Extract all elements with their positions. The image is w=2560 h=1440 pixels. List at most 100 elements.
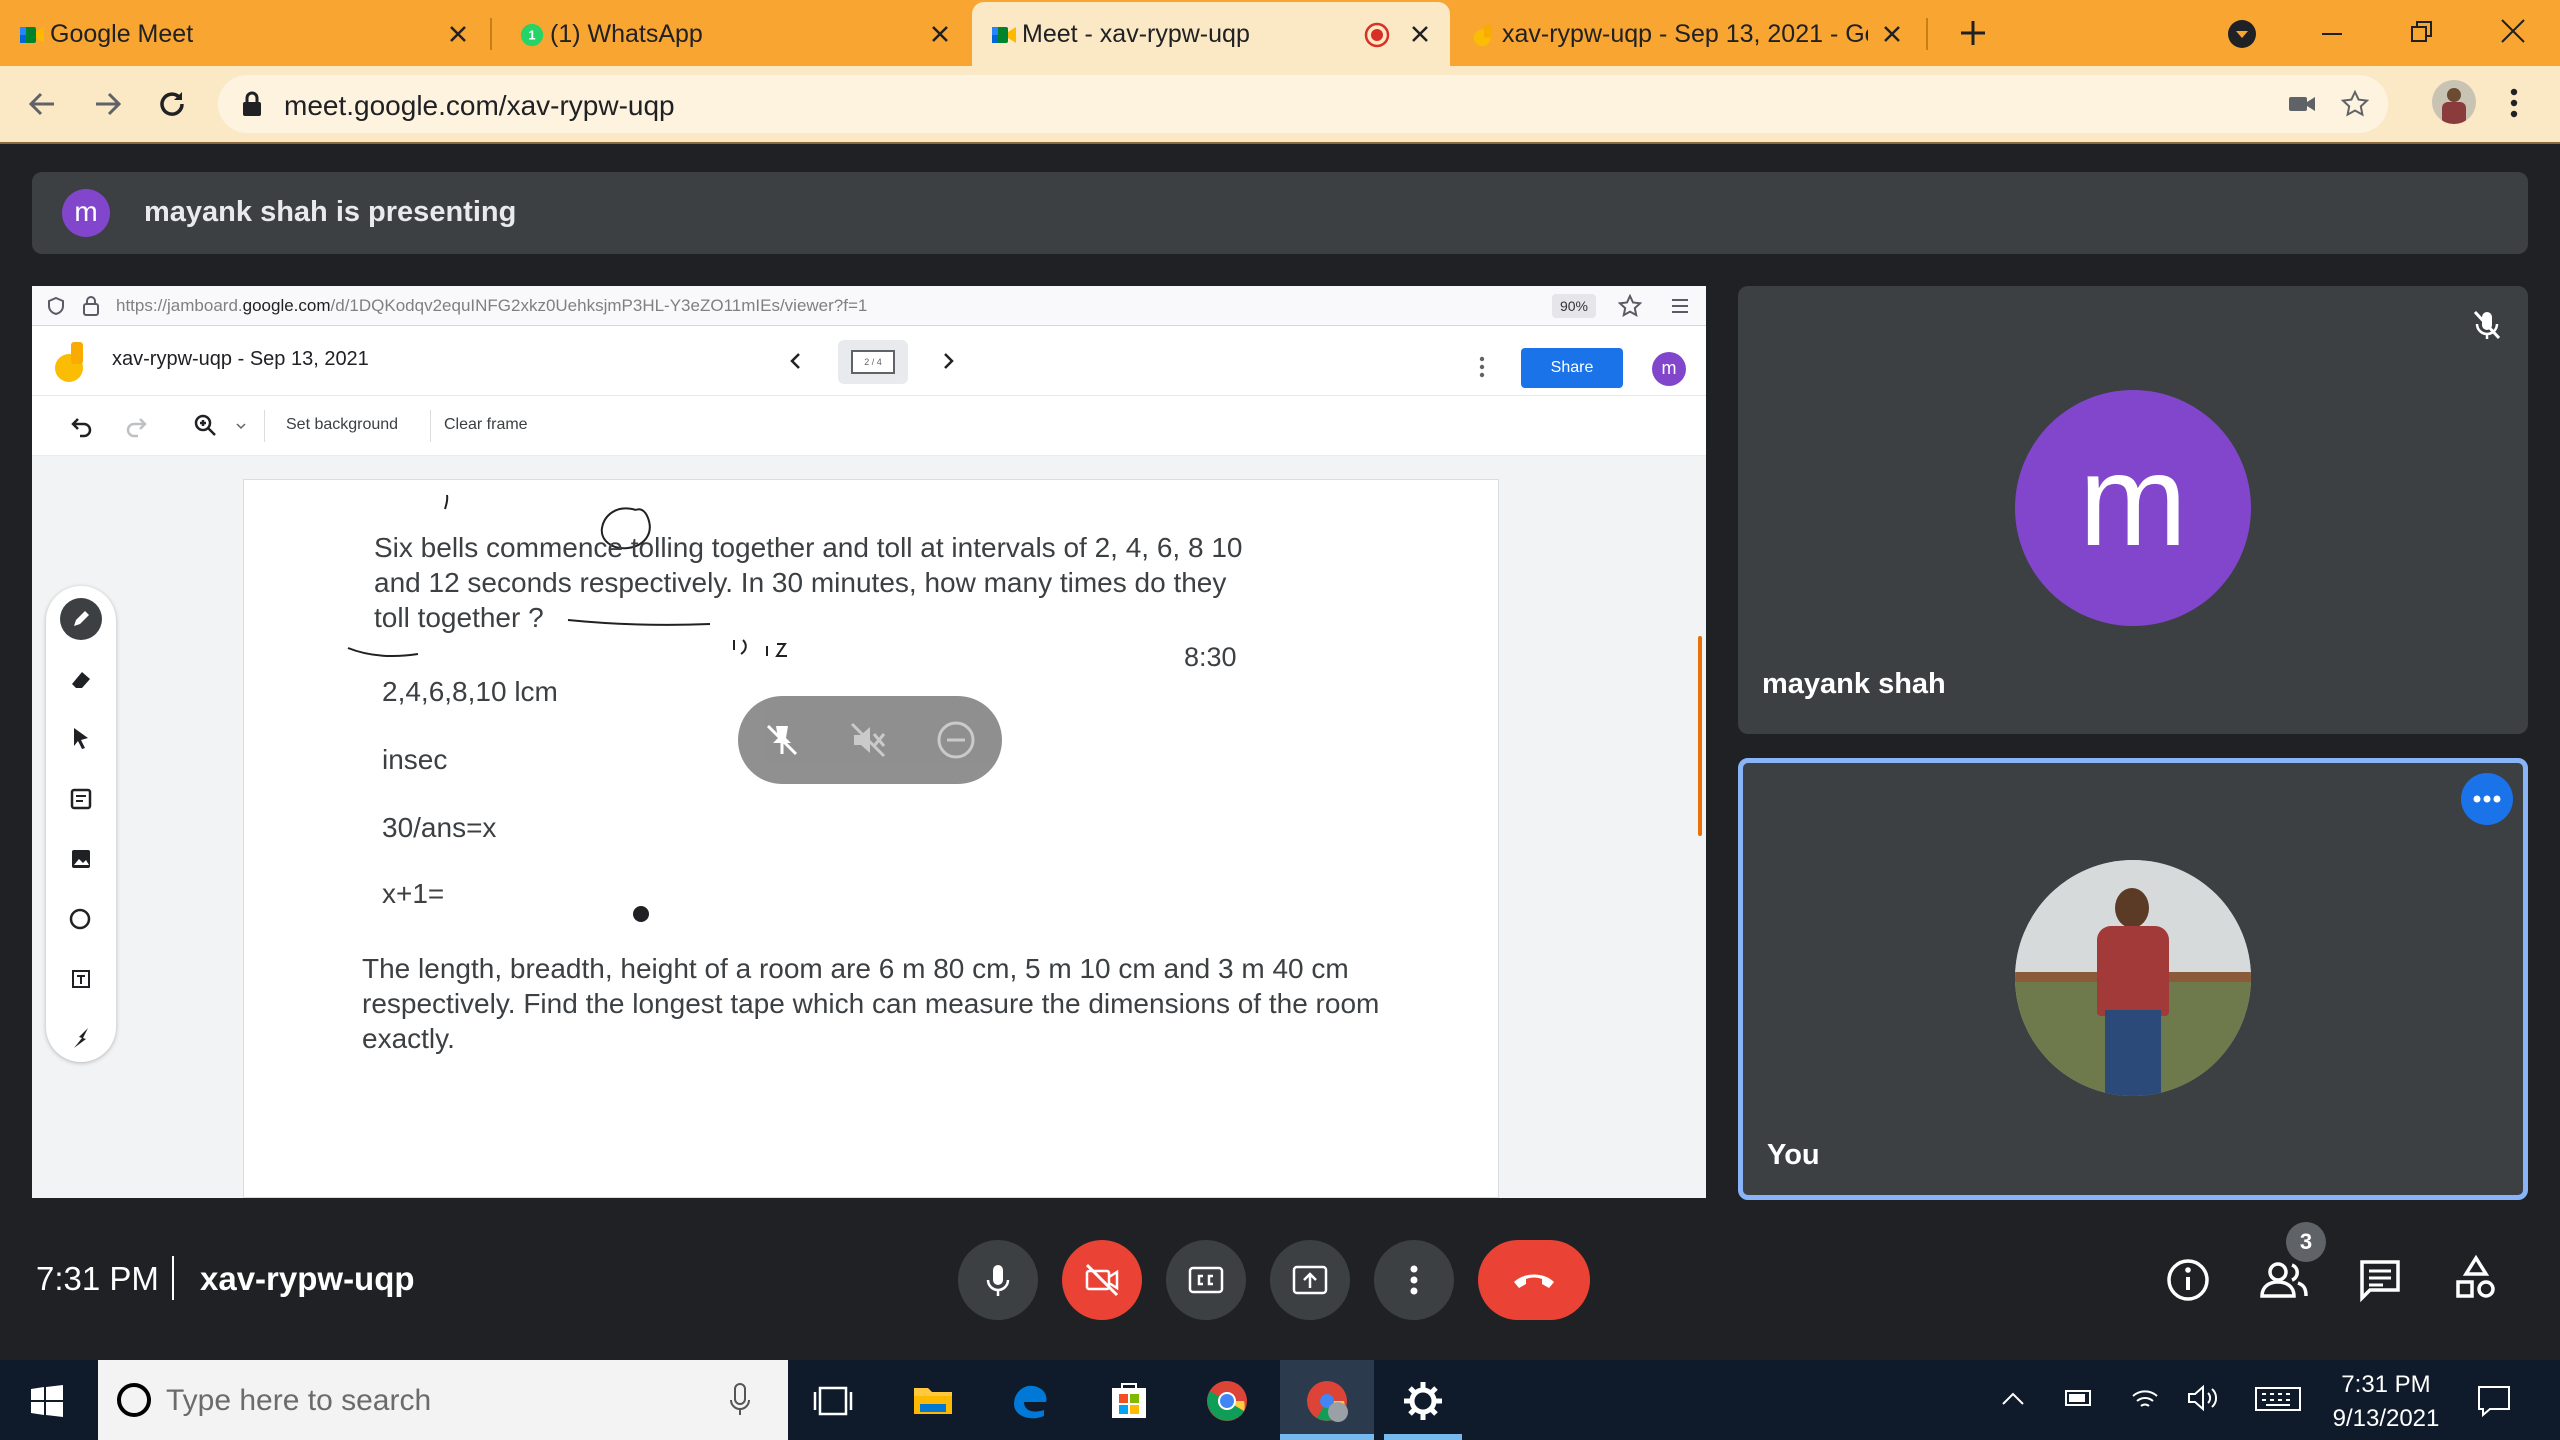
jamboard-title: xav-rypw-uqp - Sep 13, 2021 (112, 348, 369, 370)
microphone-icon[interactable] (728, 1382, 752, 1418)
mute-audio-icon[interactable] (848, 720, 888, 760)
tab-separator (1926, 18, 1928, 50)
closed-captions-icon (1188, 1266, 1224, 1294)
note-division: 30/ans=x (382, 812, 497, 843)
tab-title: xav-rypw-uqp - Sep 13, 2021 - Go (1502, 19, 1868, 48)
browser-menu-icon[interactable] (2502, 84, 2526, 122)
presenting-banner: m mayank shah is presenting (32, 172, 2528, 254)
browser-toolbar: meet.google.com/xav-rypw-uqp (0, 66, 2560, 142)
note-lcm: 2,4,6,8,10 lcm (382, 676, 558, 707)
chat-icon[interactable] (2352, 1252, 2408, 1308)
participant-tile-mayank[interactable]: m mayank shah (1738, 286, 2528, 734)
google-meet-icon (992, 27, 1016, 43)
camera-blocked-icon[interactable] (2288, 93, 2316, 115)
meeting-info-icon[interactable] (2160, 1252, 2216, 1308)
system-clock[interactable]: 7:31 PM 9/13/2021 (2326, 1368, 2446, 1436)
battery-icon[interactable] (2064, 1386, 2094, 1410)
presentation-controls-pill[interactable] (738, 696, 1002, 784)
edge-icon[interactable] (1004, 1374, 1058, 1428)
text-box-icon (72, 970, 90, 988)
captions-button[interactable] (1166, 1240, 1246, 1320)
profile-avatar[interactable] (2432, 80, 2476, 124)
new-tab-icon[interactable] (1958, 18, 1988, 48)
participant-name: mayank shah (1762, 668, 1946, 700)
tab-title: (1) WhatsApp (550, 19, 703, 48)
participant-count-badge: 3 (2286, 1222, 2326, 1262)
leave-call-button[interactable] (1478, 1240, 1590, 1320)
windows-start-icon[interactable] (30, 1384, 64, 1418)
participant-avatar: m (2015, 390, 2251, 626)
settings-gear-icon[interactable] (1396, 1374, 1450, 1428)
circle-shape-icon (69, 908, 91, 930)
video-off-icon (1085, 1263, 1119, 1297)
activities-icon[interactable] (2448, 1252, 2504, 1308)
unpin-icon[interactable] (762, 720, 802, 760)
pen-tool-selected (60, 598, 102, 640)
sticky-note-icon (70, 788, 92, 810)
taskbar-search[interactable]: Type here to search (98, 1360, 788, 1440)
address-bar[interactable]: meet.google.com/xav-rypw-uqp (218, 75, 2388, 133)
tab-google-meet[interactable]: Google Meet (0, 2, 488, 66)
tab-whatsapp[interactable]: 1 (1) WhatsApp (500, 2, 970, 66)
laser-dot (633, 906, 649, 922)
mic-off-icon (2473, 310, 2501, 340)
browser-tab-strip: Google Meet 1 (1) WhatsApp Meet - xav-ry… (0, 0, 2560, 66)
forward-arrow-icon[interactable] (90, 86, 126, 122)
mic-button[interactable] (958, 1240, 1038, 1320)
back-arrow-icon[interactable] (24, 86, 60, 122)
tab-meet-active[interactable]: Meet - xav-rypw-uqp (972, 2, 1450, 66)
jam-frame: Six bells commence tolling together and … (243, 479, 1499, 1198)
minimize-circle-icon[interactable] (936, 720, 976, 760)
more-options-button[interactable] (1374, 1240, 1454, 1320)
clear-frame-button: Clear frame (444, 416, 528, 433)
tab-jamboard[interactable]: xav-rypw-uqp - Sep 13, 2021 - Go (1452, 2, 1922, 66)
search-placeholder: Type here to search (166, 1384, 432, 1417)
presentation-view[interactable]: https://jamboard.google.com/d/1DQKodqv2e… (32, 286, 1706, 1198)
active-app-indicator (1280, 1434, 1374, 1440)
task-view-icon[interactable] (806, 1374, 860, 1428)
meeting-time: 7:31 PM (36, 1260, 159, 1297)
share-label: Share (1550, 359, 1594, 376)
wifi-icon[interactable] (2130, 1384, 2160, 1412)
chevron-up-icon[interactable] (2000, 1388, 2026, 1410)
jamboard-toolbar: Set background Clear frame (32, 396, 1706, 456)
bookmark-star-icon[interactable] (2340, 89, 2370, 119)
chrome-profile-taskbar-button[interactable] (1280, 1360, 1374, 1440)
recording-icon (1364, 22, 1390, 48)
pen-icon (74, 611, 89, 626)
window-close-icon[interactable] (2498, 16, 2528, 46)
pen-stroke (766, 643, 787, 657)
close-icon[interactable] (1880, 22, 1904, 46)
microsoft-store-icon[interactable] (1102, 1374, 1156, 1428)
shield-icon (48, 296, 64, 316)
active-app-indicator (1384, 1434, 1462, 1440)
reload-icon[interactable] (154, 86, 190, 122)
keyboard-icon[interactable] (2254, 1386, 2302, 1412)
tab-search-icon[interactable] (2226, 18, 2258, 50)
present-now-button[interactable] (1270, 1240, 1350, 1320)
toolbar-divider (0, 142, 2560, 144)
more-options-button[interactable] (2461, 773, 2513, 825)
google-meet-icon (20, 27, 44, 43)
notifications-icon[interactable] (2476, 1384, 2512, 1418)
lock-icon (243, 91, 261, 116)
image-icon (72, 850, 90, 868)
restore-icon[interactable] (2408, 18, 2436, 46)
minimize-icon[interactable] (2318, 20, 2346, 48)
close-icon[interactable] (1408, 22, 1432, 46)
share-button: Share (1521, 348, 1623, 388)
volume-icon[interactable] (2186, 1384, 2220, 1412)
close-icon[interactable] (446, 22, 470, 46)
chrome-icon[interactable] (1200, 1374, 1254, 1428)
close-icon[interactable] (928, 22, 952, 46)
note-plus-one: x+1= (382, 878, 445, 909)
shared-browser-bar: https://jamboard.google.com/d/1DQKodqv2e… (32, 286, 1706, 326)
present-screen-icon (1292, 1265, 1328, 1295)
meeting-code: xav-rypw-uqp (200, 1260, 415, 1297)
file-explorer-icon[interactable] (906, 1374, 960, 1428)
camera-off-button[interactable] (1062, 1240, 1142, 1320)
set-background-button: Set background (286, 416, 399, 433)
more-vert-icon (1479, 356, 1485, 378)
participant-tile-you[interactable]: You (1738, 758, 2528, 1200)
redo-icon (126, 418, 147, 438)
